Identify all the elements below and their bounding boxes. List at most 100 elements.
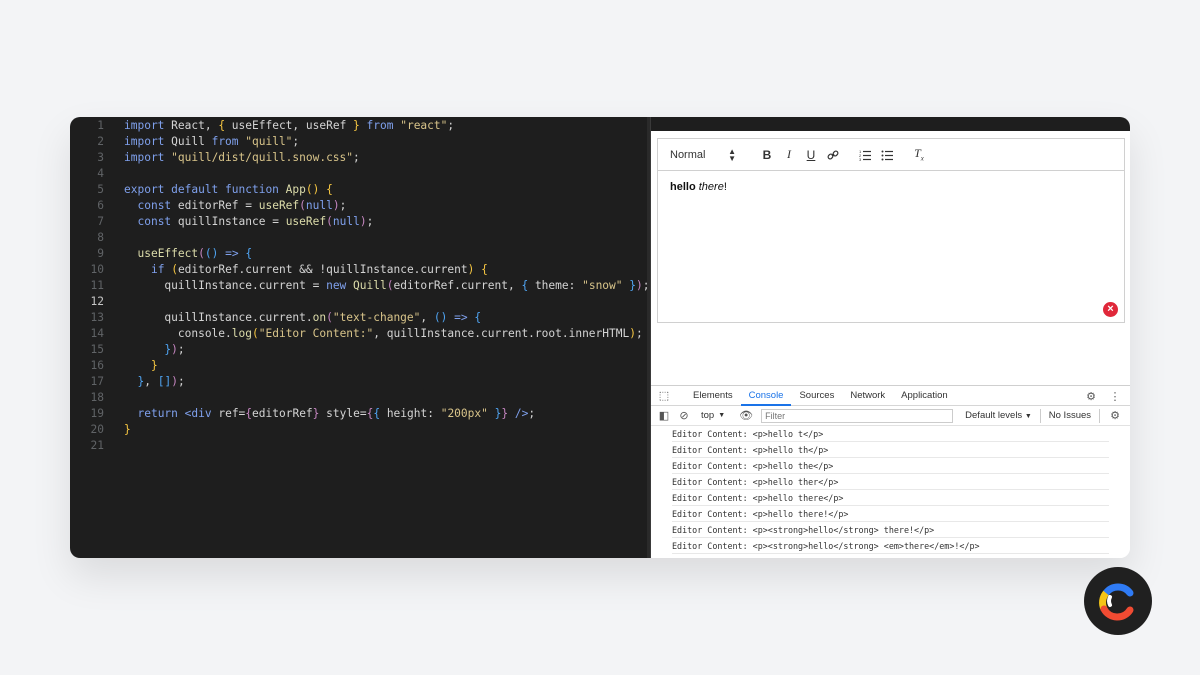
line-number: 11 — [90, 279, 104, 292]
code-line[interactable]: 7 const quillInstance = useRef(null); — [70, 214, 650, 230]
code-line[interactable]: 11 quillInstance.current = new Quill(edi… — [70, 278, 650, 294]
code-token: "snow" — [582, 279, 623, 292]
dropdown-arrow-icon: ▼ — [1024, 413, 1032, 420]
code-token: ) — [629, 327, 636, 340]
code-line[interactable]: 16 } — [70, 358, 650, 374]
code-token: editorRef — [252, 407, 313, 420]
link-button[interactable] — [822, 145, 844, 165]
bullet-list-button[interactable] — [876, 145, 898, 165]
code-token: ; — [353, 151, 360, 164]
clear-format-icon: Tx — [914, 146, 924, 163]
ordered-list-button[interactable]: 123 — [854, 145, 876, 165]
clean-format-button[interactable]: Tx — [908, 145, 930, 165]
code-token: () — [305, 183, 320, 196]
code-line[interactable]: 8 — [70, 230, 650, 246]
code-line[interactable]: 10 if (editorRef.current && !quillInstan… — [70, 262, 650, 278]
link-icon — [827, 150, 839, 159]
settings-gear-icon[interactable]: ⚙ — [1084, 390, 1098, 403]
console-filter-input[interactable] — [761, 408, 954, 423]
code-token: ; — [339, 199, 347, 212]
dropdown-arrow-icon: ▼ — [718, 412, 726, 419]
clear-console-icon[interactable]: ⊘ — [677, 409, 691, 422]
format-select[interactable]: Normal ▲ ▼ — [670, 147, 736, 162]
issues-label[interactable]: No Issues — [1049, 410, 1091, 421]
tab-console[interactable]: Console — [740, 386, 792, 406]
code-token: => — [447, 311, 468, 324]
code-line[interactable]: 13 quillInstance.current.on("text-change… — [70, 310, 650, 326]
tab-application[interactable]: Application — [893, 386, 955, 406]
code-token: } — [124, 423, 131, 436]
code-token: log — [231, 327, 252, 340]
code-line[interactable]: 2 import Quill from "quill"; — [70, 134, 650, 150]
code-text: console.log("Editor Content:", quillInst… — [104, 326, 643, 342]
tab-sources[interactable]: Sources — [791, 386, 842, 406]
code-token: ; — [177, 343, 185, 356]
code-line[interactable]: 18 — [70, 390, 650, 406]
code-line[interactable]: 19 return <div ref={editorRef} style={{ … — [70, 406, 650, 422]
code-text: } — [104, 358, 158, 374]
log-levels-select[interactable]: Default levels ▼ — [965, 410, 1032, 421]
code-line[interactable]: 12 — [70, 294, 650, 310]
console-settings-gear-icon[interactable]: ⚙ — [1108, 409, 1122, 422]
more-options-icon[interactable]: ⋮ — [1108, 390, 1122, 403]
code-line[interactable]: 5 export default function App() { — [70, 182, 650, 198]
code-token: quillInstance.current = — [124, 279, 327, 292]
code-line[interactable]: 6 const editorRef = useRef(null); — [70, 198, 650, 214]
code-token: useRef — [258, 199, 300, 212]
line-number: 17 — [90, 375, 104, 388]
line-number: 2 — [97, 135, 104, 148]
code-token: height: — [380, 407, 441, 420]
inspect-element-icon[interactable]: ⬚ — [657, 389, 671, 402]
code-token: useEffect, useRef — [225, 119, 354, 132]
line-number: 3 — [97, 151, 104, 164]
eye-icon[interactable]: 👁 — [739, 409, 753, 422]
code-line[interactable]: 20} — [70, 422, 650, 438]
divider — [1099, 408, 1101, 423]
code-token: return — [137, 407, 178, 420]
error-close-icon[interactable]: × — [1103, 302, 1118, 317]
code-line[interactable]: 14 console.log("Editor Content:", quillI… — [70, 326, 650, 342]
code-line[interactable]: 21 — [70, 438, 650, 454]
line-number: 18 — [90, 391, 104, 404]
bold-button[interactable]: B — [756, 145, 778, 165]
code-token: ; — [292, 135, 300, 148]
code-editor[interactable]: 1 import React, { useEffect, useRef } fro… — [70, 117, 650, 558]
code-text: quillInstance.current.on("text-change", … — [104, 310, 481, 326]
line-number: 21 — [90, 439, 104, 452]
line-number: 19 — [90, 407, 104, 420]
line-number: 7 — [97, 215, 104, 228]
quill-content[interactable]: hello there! — [658, 171, 1124, 203]
console-log-entry: Editor Content: <p>hello ther</p> — [672, 474, 1109, 490]
code-token: ) — [171, 375, 178, 388]
underline-button[interactable]: U — [800, 145, 822, 165]
code-token: import — [124, 151, 165, 164]
code-token: const — [137, 199, 172, 212]
code-token: () — [433, 311, 448, 324]
code-token: ( — [171, 263, 178, 276]
code-token: ; — [447, 119, 455, 132]
code-text: }); — [104, 342, 185, 358]
code-line[interactable]: 9 useEffect(() => { — [70, 246, 650, 262]
console-log-entry: Editor Content: <p>hello there</p> — [672, 490, 1109, 506]
line-number: 8 — [97, 231, 104, 244]
code-line[interactable]: 3 import "quill/dist/quill.snow.css"; — [70, 150, 650, 166]
context-select[interactable]: top ▼ — [701, 410, 725, 421]
tab-network[interactable]: Network — [842, 386, 893, 406]
sidebar-toggle-icon[interactable]: ◧ — [657, 409, 671, 422]
code-line[interactable]: 1 import React, { useEffect, useRef } fro… — [70, 118, 650, 134]
code-token: () — [204, 247, 219, 260]
content-bold: hello — [670, 181, 696, 193]
code-token: if — [150, 263, 165, 276]
code-line[interactable]: 17 }, []); — [70, 374, 650, 390]
italic-button[interactable]: I — [778, 145, 800, 165]
console-log-entry: Editor Content: <p>hello th</p> — [672, 442, 1109, 458]
code-token: React, — [164, 119, 219, 132]
code-token: ) — [636, 279, 643, 292]
code-line[interactable]: 15 }); — [70, 342, 650, 358]
code-line[interactable]: 4 — [70, 166, 650, 182]
tab-elements[interactable]: Elements — [685, 386, 741, 406]
